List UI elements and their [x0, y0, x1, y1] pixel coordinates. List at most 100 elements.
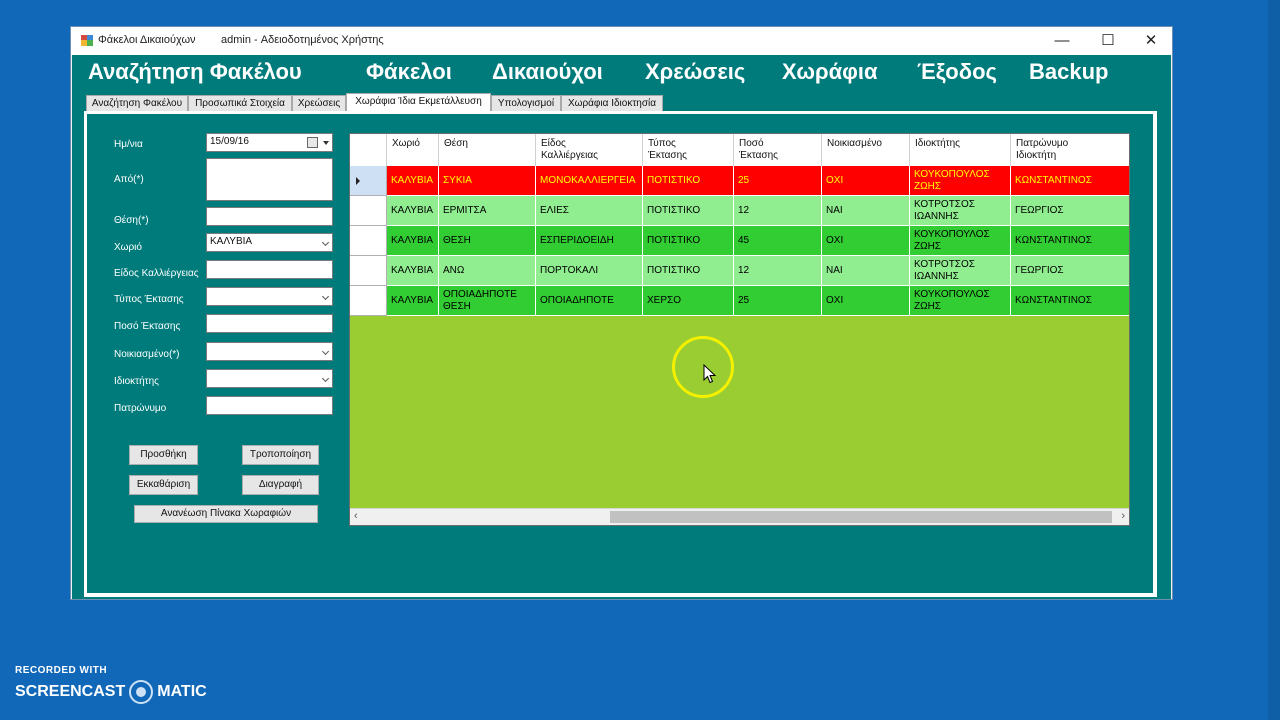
cell-owner-patronymic[interactable]: ΓΕΩΡΓΙΟΣ [1011, 196, 1129, 226]
cell-owner-patronymic[interactable]: ΓΕΩΡΓΙΟΣ [1011, 256, 1129, 286]
tab-own-cultivation-fields[interactable]: Χωράφια Ίδια Εκμετάλλευση [346, 93, 491, 113]
add-button[interactable]: Προσθήκη [129, 445, 198, 465]
cell-position[interactable]: ΟΠΟΙΑΔΗΠΟΤΕ ΘΕΣΗ [439, 286, 536, 316]
fields-grid[interactable]: Χωριό Θέση Είδος Καλλιέργειας Τύπος Έκταση… [349, 133, 1130, 526]
area-type-select[interactable] [206, 287, 333, 306]
calendar-icon[interactable] [307, 137, 318, 148]
tab-charges[interactable]: Χρεώσεις [292, 95, 346, 112]
maximize-button[interactable]: ☐ [1086, 27, 1130, 55]
horizontal-scrollbar[interactable]: ‹ › [350, 508, 1129, 525]
cell-owner[interactable]: ΚΟΥΚΟΠΟΥΛΟΣ ΖΩΗΣ [910, 166, 1011, 196]
refresh-fields-button[interactable]: Ανανέωση Πίνακα Χωραφιών [134, 505, 318, 523]
cell-village[interactable]: ΚΑΛΥΒΙΑ [387, 196, 439, 226]
cell-area-amount[interactable]: 45 [734, 226, 822, 256]
tab-search-folder[interactable]: Αναζήτηση Φακέλου [86, 95, 188, 112]
scroll-right-icon[interactable]: › [1121, 510, 1125, 522]
cell-position[interactable]: ΕΡΜΙΤΣΑ [439, 196, 536, 226]
cell-crop[interactable]: ΕΣΠΕΡΙΔΟΕΙΔΗ [536, 226, 643, 256]
watermark-brand-left: SCREENCAST [15, 683, 126, 700]
menu-backup[interactable]: Backup [1029, 59, 1108, 85]
from-textarea[interactable] [206, 158, 333, 201]
table-row[interactable]: ΚΑΛΥΒΙΑ ΘΕΣΗ ΕΣΠΕΡΙΔΟΕΙΔΗ ΠΟΤΙΣΤΙΚΟ 45 ΟΧΙ ΚΟΥ… [350, 226, 1129, 256]
scroll-left-icon[interactable]: ‹ [354, 510, 358, 522]
position-input[interactable] [206, 207, 333, 226]
menu-exit[interactable]: Έξοδος [917, 59, 997, 85]
col-header-village[interactable]: Χωριό [387, 134, 439, 166]
menu-folders[interactable]: Φάκελοι [366, 59, 452, 85]
cell-crop[interactable]: ΜΟΝΟΚΑΛΛΙΕΡΓΕΙΑ [536, 166, 643, 196]
cell-owner[interactable]: ΚΟΥΚΟΠΟΥΛΟΣ ΖΩΗΣ [910, 286, 1011, 316]
dropdown-arrow-icon[interactable] [323, 141, 329, 145]
scrollbar-thumb[interactable] [610, 511, 1112, 523]
cell-area-type[interactable]: ΠΟΤΙΣΤΙΚΟ [643, 196, 734, 226]
cell-area-amount[interactable]: 25 [734, 166, 822, 196]
cell-owner-patronymic[interactable]: ΚΩΝΣΤΑΝΤΙΝΟΣ [1011, 286, 1129, 316]
cell-crop[interactable]: ΠΟΡΤΟΚΑΛΙ [536, 256, 643, 286]
cell-area-amount[interactable]: 25 [734, 286, 822, 316]
col-header-crop[interactable]: Είδος Καλλιέργειας [536, 134, 643, 166]
menu-beneficiaries[interactable]: Δικαιούχοι [492, 59, 603, 85]
col-header-rented[interactable]: Νοικιασμένο [822, 134, 910, 166]
row-header[interactable] [350, 226, 387, 256]
cell-owner[interactable]: ΚΟΤΡΟΤΣΟΣ ΙΩΑΝΝΗΣ [910, 196, 1011, 226]
cell-owner-patronymic[interactable]: ΚΩΝΣΤΑΝΤΙΝΟΣ [1011, 166, 1129, 196]
patronymic-input[interactable] [206, 396, 333, 415]
minimize-button[interactable]: — [1040, 27, 1084, 55]
crop-input[interactable] [206, 260, 333, 279]
cell-area-type[interactable]: ΠΟΤΙΣΤΙΚΟ [643, 166, 734, 196]
cell-rented[interactable]: ΝΑΙ [822, 196, 910, 226]
cell-position[interactable]: ΑΝΩ [439, 256, 536, 286]
cell-crop[interactable]: ΟΠΟΙΑΔΗΠΟΤΕ [536, 286, 643, 316]
table-row[interactable]: ΚΑΛΥΒΙΑ ΣΥΚΙΑ ΜΟΝΟΚΑΛΛΙΕΡΓΕΙΑ ΠΟΤΙΣΤΙΚΟ 25 ΟΧ… [350, 166, 1129, 196]
col-header-position[interactable]: Θέση [439, 134, 536, 166]
cell-owner[interactable]: ΚΟΥΚΟΠΟΥΛΟΣ ΖΩΗΣ [910, 226, 1011, 256]
table-row[interactable]: ΚΑΛΥΒΙΑ ΑΝΩ ΠΟΡΤΟΚΑΛΙ ΠΟΤΙΣΤΙΚΟ 12 ΝΑΙ ΚΟΤΡΟΤΣ… [350, 256, 1129, 286]
cell-village[interactable]: ΚΑΛΥΒΙΑ [387, 166, 439, 196]
menu-charges[interactable]: Χρεώσεις [645, 59, 745, 85]
mouse-pointer-icon [703, 364, 717, 384]
col-header-area-type[interactable]: Τύπος Έκτασης [643, 134, 734, 166]
cell-area-amount[interactable]: 12 [734, 196, 822, 226]
tab-calculations[interactable]: Υπολογισμοί [491, 95, 561, 112]
cell-position[interactable]: ΣΥΚΙΑ [439, 166, 536, 196]
rented-select[interactable] [206, 342, 333, 361]
cell-owner[interactable]: ΚΟΤΡΟΤΣΟΣ ΙΩΑΝΝΗΣ [910, 256, 1011, 286]
tab-personal-info[interactable]: Προσωπικά Στοιχεία [188, 95, 292, 112]
logged-user: admin - Αδειοδοτημένος Χρήστης [221, 34, 384, 46]
cell-village[interactable]: ΚΑΛΥΒΙΑ [387, 286, 439, 316]
row-header[interactable] [350, 286, 387, 316]
cell-village[interactable]: ΚΑΛΥΒΙΑ [387, 226, 439, 256]
village-select[interactable]: ΚΑΛΥΒΙΑ [206, 233, 333, 252]
cell-area-type[interactable]: ΠΟΤΙΣΤΙΚΟ [643, 256, 734, 286]
cell-village[interactable]: ΚΑΛΥΒΙΑ [387, 256, 439, 286]
close-button[interactable]: ✕ [1129, 27, 1173, 55]
clear-button[interactable]: Εκκαθάριση [129, 475, 198, 495]
cell-rented[interactable]: ΟΧΙ [822, 226, 910, 256]
row-header[interactable] [350, 166, 387, 196]
menu-search-folder[interactable]: Αναζήτηση Φακέλου [88, 59, 302, 85]
delete-button[interactable]: Διαγραφή [242, 475, 319, 495]
col-header-owner-patronymic[interactable]: Πατρώνυμο Ιδιοκτήτη [1011, 134, 1129, 166]
col-header-owner[interactable]: Ιδιοκτήτης [910, 134, 1011, 166]
cell-area-amount[interactable]: 12 [734, 256, 822, 286]
cell-rented[interactable]: ΟΧΙ [822, 286, 910, 316]
cell-crop[interactable]: ΕΛΙΕΣ [536, 196, 643, 226]
cell-rented[interactable]: ΝΑΙ [822, 256, 910, 286]
crop-label: Είδος Καλλιέργειας [114, 268, 199, 279]
row-header[interactable] [350, 196, 387, 226]
table-row[interactable]: ΚΑΛΥΒΙΑ ΟΠΟΙΑΔΗΠΟΤΕ ΘΕΣΗ ΟΠΟΙΑΔΗΠΟΤΕ ΧΕΡΣΟ 2… [350, 286, 1129, 316]
modify-button[interactable]: Τροποποίηση [242, 445, 319, 465]
table-row[interactable]: ΚΑΛΥΒΙΑ ΕΡΜΙΤΣΑ ΕΛΙΕΣ ΠΟΤΙΣΤΙΚΟ 12 ΝΑΙ ΚΟΤΡΟΤΣ… [350, 196, 1129, 226]
owner-select[interactable] [206, 369, 333, 388]
cell-owner-patronymic[interactable]: ΚΩΝΣΤΑΝΤΙΝΟΣ [1011, 226, 1129, 256]
cell-rented[interactable]: ΟΧΙ [822, 166, 910, 196]
tab-owned-fields[interactable]: Χωράφια Ιδιοκτησία [561, 95, 663, 112]
cell-position[interactable]: ΘΕΣΗ [439, 226, 536, 256]
row-header[interactable] [350, 256, 387, 286]
cell-area-type[interactable]: ΧΕΡΣΟ [643, 286, 734, 316]
area-amount-input[interactable] [206, 314, 333, 333]
cell-area-type[interactable]: ΠΟΤΙΣΤΙΚΟ [643, 226, 734, 256]
col-header-area-amount[interactable]: Ποσό Έκτασης [734, 134, 822, 166]
date-picker[interactable]: 15/09/16 [206, 133, 333, 152]
menu-fields[interactable]: Χωράφια [782, 59, 877, 85]
